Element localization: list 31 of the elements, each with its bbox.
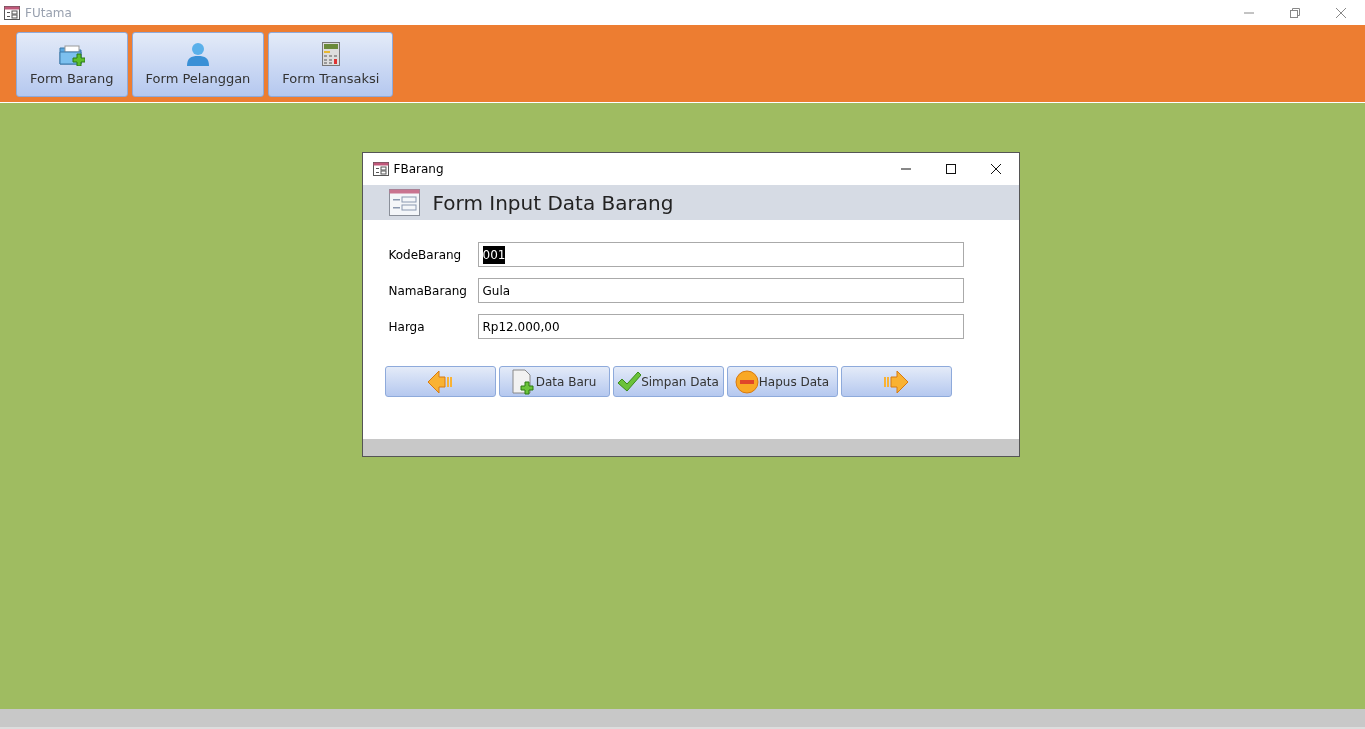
field-label: KodeBarang (388, 246, 463, 264)
input-field[interactable]: Rp12.000,00 (477, 314, 964, 339)
right-arrow-icon (883, 368, 909, 395)
next-button[interactable] (840, 366, 952, 397)
form-icon (372, 162, 389, 176)
input-field[interactable]: 001 (477, 242, 964, 267)
document-plus-icon (511, 368, 536, 395)
left-arrow-icon (427, 368, 453, 395)
close-icon[interactable] (989, 163, 1002, 175)
save-button[interactable]: Simpan Data (612, 366, 724, 397)
field-label: Harga (388, 318, 426, 336)
toolbar-button[interactable]: Form Pelanggan (131, 32, 265, 97)
window-title: FUtama (25, 4, 72, 22)
calculator-icon (321, 42, 340, 67)
form-heading: Form Input Data Barang (432, 189, 674, 217)
new-data-button[interactable]: Data Baru (498, 366, 610, 397)
delete-button[interactable]: Hapus Data (726, 366, 838, 397)
person-icon (185, 42, 210, 67)
minus-circle-icon (734, 369, 759, 394)
toolbar-button[interactable]: Form Barang (16, 32, 128, 97)
form-icon (388, 189, 420, 216)
field-label: NamaBarang (388, 282, 468, 300)
maximize-icon[interactable] (944, 163, 957, 175)
dialog-title: FBarang (393, 161, 444, 178)
check-icon (617, 370, 642, 393)
previous-button[interactable] (384, 366, 496, 397)
toolbar-button[interactable]: Form Transaksi (268, 32, 394, 97)
form-icon (4, 5, 20, 20)
input-field[interactable]: Gula (477, 278, 964, 303)
folder-plus-icon (58, 44, 85, 67)
restore-icon[interactable] (1289, 6, 1301, 19)
